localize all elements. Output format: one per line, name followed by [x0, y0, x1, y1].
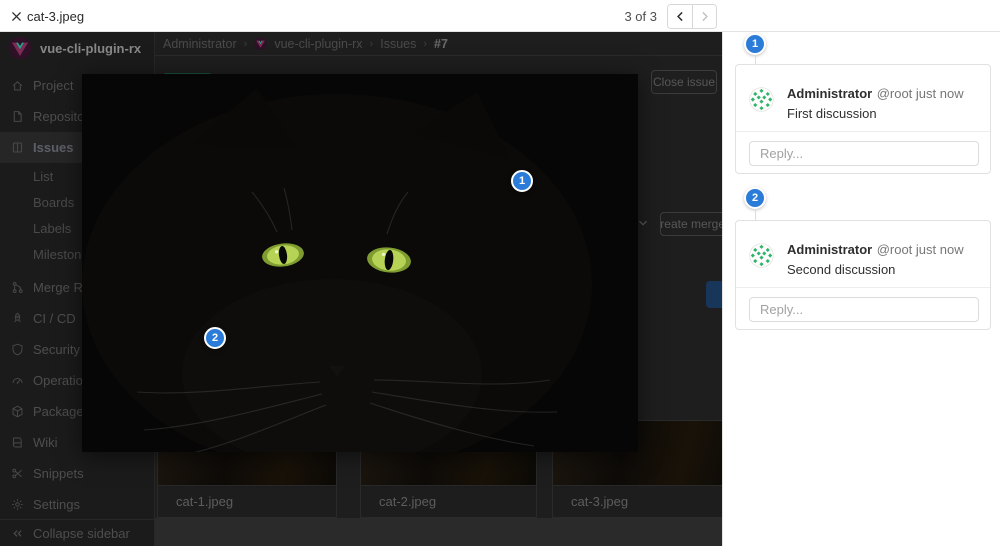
- breadcrumb-item-issues[interactable]: Issues: [380, 37, 416, 51]
- discussions-panel: 1 Administrator @root just now First dis…: [722, 32, 1000, 546]
- breadcrumb: Administrator › vue-cli-plugin-rx › Issu…: [155, 32, 722, 56]
- pin-connector: [755, 209, 756, 220]
- reply-zone: [736, 131, 990, 166]
- close-button[interactable]: [4, 4, 28, 28]
- home-icon: [11, 79, 24, 92]
- package-icon: [11, 405, 24, 418]
- reply-input-1[interactable]: [749, 141, 979, 166]
- breadcrumb-item-issue-number: #7: [434, 36, 448, 51]
- note-meta: @root just now: [876, 86, 964, 101]
- note-text: Administrator @root just now First discu…: [787, 85, 964, 131]
- next-design-button[interactable]: [692, 5, 716, 28]
- page-bottom-strip: [155, 518, 722, 546]
- note-text: Administrator @root just now Second disc…: [787, 241, 964, 287]
- reply-input-2[interactable]: [749, 297, 979, 322]
- breadcrumb-item-project[interactable]: vue-cli-plugin-rx: [274, 37, 362, 51]
- note-meta: @root just now: [876, 242, 964, 257]
- sidebar-label: Labels: [33, 220, 72, 236]
- panel-discussion-pin-2[interactable]: 2: [744, 187, 766, 209]
- project-avatar: [8, 36, 32, 60]
- panel-discussion-pin-1[interactable]: 1: [744, 33, 766, 55]
- note-author[interactable]: Administrator: [787, 86, 872, 101]
- discussion-note: Administrator @root just now Second disc…: [736, 221, 990, 287]
- collapse-label: Collapse sidebar: [33, 525, 130, 541]
- design-filename: cat-3.jpeg: [27, 9, 85, 24]
- close-icon: [10, 10, 23, 23]
- collapse-icon: [11, 527, 24, 540]
- design-viewer: cat-3.jpeg 3 of 3 vue-cli-plugin-rx Proj…: [0, 0, 1000, 546]
- pin-connector: [755, 55, 756, 64]
- create-merge-request-button[interactable]: Create merge request: [660, 212, 722, 236]
- chevron-right-icon: [698, 10, 711, 23]
- sidebar-label: Boards: [33, 194, 75, 210]
- rocket-icon: [11, 312, 24, 325]
- discussion-card-2: Administrator @root just now Second disc…: [735, 220, 991, 330]
- sidebar-label: Wiki: [33, 435, 58, 450]
- breadcrumb-separator: ›: [369, 37, 374, 50]
- sidebar-label: Snippets: [33, 466, 84, 481]
- sidebar-label: Project: [33, 78, 74, 93]
- close-issue-button[interactable]: Close issue: [651, 70, 717, 94]
- project-name: vue-cli-plugin-rx: [40, 40, 142, 56]
- thumbnail-filename: cat-1.jpeg: [158, 485, 336, 517]
- note-body: Second discussion: [787, 262, 896, 277]
- shield-icon: [11, 343, 24, 356]
- sidebar-item-settings[interactable]: Settings: [0, 489, 154, 520]
- thumbnail-filename: cat-2.jpeg: [361, 485, 536, 517]
- discussion-note: Administrator @root just now First discu…: [736, 65, 990, 131]
- user-avatar: [749, 243, 774, 287]
- design-pager: [667, 4, 717, 29]
- scissors-icon: [11, 467, 24, 480]
- discussion-card-1: Administrator @root just now First discu…: [735, 64, 991, 174]
- image-discussion-pin-2[interactable]: 2: [204, 327, 226, 349]
- book-icon: [11, 436, 24, 449]
- comment-button-partial[interactable]: [706, 281, 722, 308]
- document-icon: [11, 110, 24, 123]
- project-header[interactable]: vue-cli-plugin-rx: [8, 36, 141, 60]
- design-counter: 3 of 3: [624, 9, 657, 24]
- modal-header: cat-3.jpeg 3 of 3: [0, 0, 1000, 32]
- issues-icon: [11, 141, 24, 154]
- merge-request-icon: [11, 281, 24, 294]
- chevron-down-icon[interactable]: [636, 216, 652, 232]
- sidebar-label: List: [33, 168, 54, 184]
- operations-icon: [11, 374, 24, 387]
- chevron-left-icon: [674, 10, 687, 23]
- breadcrumb-separator: ›: [423, 37, 428, 50]
- black-cat-photo: [82, 74, 638, 474]
- note-author[interactable]: Administrator: [787, 242, 872, 257]
- breadcrumb-project-avatar: [254, 37, 267, 50]
- thumbnail-filename: cat-3.jpeg: [553, 485, 722, 517]
- sidebar-item-snippets[interactable]: Snippets: [0, 458, 154, 489]
- note-body: First discussion: [787, 106, 877, 121]
- design-image-cat-3[interactable]: 1 2: [82, 74, 638, 474]
- sidebar-label: CI / CD: [33, 311, 76, 326]
- user-avatar: [749, 87, 774, 131]
- gear-icon: [11, 498, 24, 511]
- breadcrumb-separator: ›: [243, 37, 248, 50]
- breadcrumb-item-user[interactable]: Administrator: [163, 37, 237, 51]
- collapse-sidebar-button[interactable]: Collapse sidebar: [0, 519, 154, 546]
- sidebar-label: Issues: [33, 140, 74, 155]
- previous-design-button[interactable]: [668, 5, 692, 28]
- sidebar-label: Settings: [33, 497, 80, 512]
- reply-zone: [736, 287, 990, 322]
- image-discussion-pin-1[interactable]: 1: [511, 170, 533, 192]
